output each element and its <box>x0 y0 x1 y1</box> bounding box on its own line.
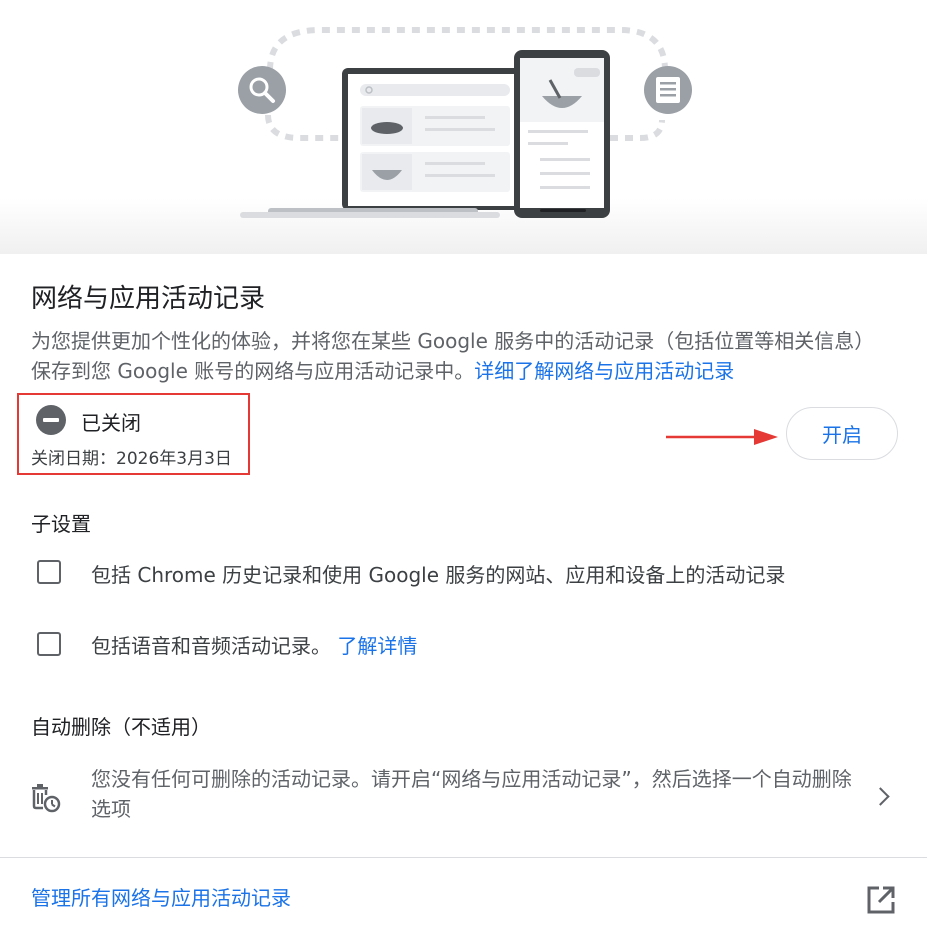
activity-description: 为您提供更加个性化的体验，并将您在某些 Google 服务中的活动记录（包括位置… <box>31 326 891 386</box>
document-icon <box>644 66 692 114</box>
chrome-history-checkbox[interactable] <box>37 560 61 584</box>
voice-learn-more-link[interactable]: 了解详情 <box>337 634 417 658</box>
turn-on-button[interactable]: 开启 <box>786 407 898 460</box>
chrome-history-label[interactable]: 包括 Chrome 历史记录和使用 Google 服务的网站、应用和设备上的活动… <box>91 559 785 588</box>
divider <box>0 857 927 858</box>
auto-delete-text: 您没有任何可删除的活动记录。请开启“网络与应用活动记录”，然后选择一个自动删除选… <box>91 767 852 821</box>
learn-more-link[interactable]: 详细了解网络与应用活动记录 <box>474 359 734 383</box>
phone-illustration <box>514 50 610 218</box>
search-icon <box>238 66 286 114</box>
auto-delete-icon <box>32 784 61 813</box>
voice-audio-text[interactable]: 包括语音和音频活动记录。 <box>91 634 331 658</box>
manage-activity-link[interactable]: 管理所有网络与应用活动记录 <box>31 882 291 911</box>
status-date: 关闭日期：2026年3月3日 <box>31 449 232 469</box>
page-title: 网络与应用活动记录 <box>31 284 266 314</box>
annotation-arrow <box>666 429 778 445</box>
voice-audio-label[interactable]: 包括语音和音频活动记录。 了解详情 <box>91 630 417 659</box>
auto-delete-title: 自动删除（不适用） <box>31 715 211 739</box>
auto-delete-row[interactable]: 您没有任何可删除的活动记录。请开启“网络与应用活动记录”，然后选择一个自动删除选… <box>0 758 927 830</box>
status-highlight-box: 已关闭 关闭日期：2026年3月3日 <box>17 393 250 475</box>
hero-illustration <box>0 0 927 254</box>
sub-settings-title: 子设置 <box>31 512 91 536</box>
status-label: 已关闭 <box>81 411 141 435</box>
chevron-right-icon <box>871 787 890 806</box>
description-text: 为您提供更加个性化的体验，并将您在某些 Google 服务中的活动记录（包括位置… <box>31 329 875 383</box>
voice-audio-checkbox[interactable] <box>37 632 61 656</box>
devices-illustration <box>238 27 692 218</box>
paused-status-icon <box>36 405 66 435</box>
open-in-new-icon[interactable] <box>865 884 897 916</box>
